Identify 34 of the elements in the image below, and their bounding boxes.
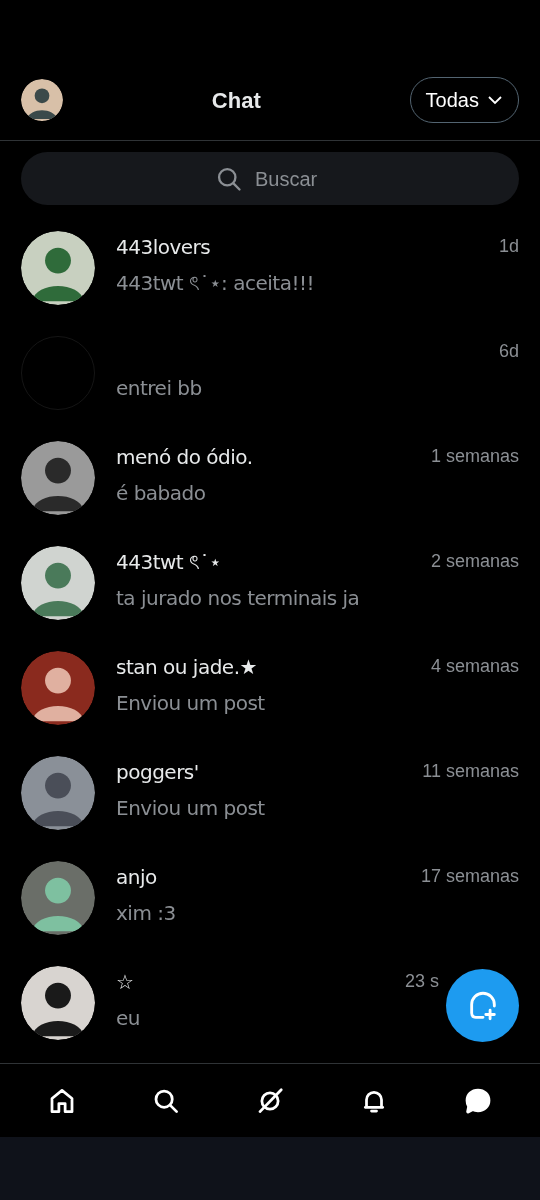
conversation-item[interactable]: poggers' 11 semanas Enviou um post [0,740,540,845]
page-title: Chat [211,86,261,115]
timestamp: 4 semanas [430,655,519,678]
timestamp: 1d [498,235,519,258]
contact-name: ☆ [116,968,134,996]
conversation-item[interactable]: 6d entrei bb [0,320,540,425]
timestamp: 11 semanas [422,760,519,783]
conversation-item[interactable]: menó do ódio. 1 semanas é babado [0,425,540,530]
conversation-item[interactable]: anjo 17 semanas xim :3 [0,845,540,950]
contact-name: poggers' [116,758,199,786]
conversation-item[interactable]: ☆ 23 s eu [0,950,540,1055]
timestamp: 6d [498,340,519,363]
contact-name: menó do ódio. [116,443,253,471]
message-preview: é babado [116,479,206,507]
timestamp: 2 semanas [430,550,519,573]
contact-name: anjo [116,863,157,891]
message-preview: xim :3 [116,899,176,927]
timestamp: 17 semanas [420,865,519,888]
message-preview: 443twt ৎ˙⋆: aceita!!! [116,269,314,297]
avatar [21,79,63,121]
conversation-item[interactable]: stan ou jade.★ 4 semanas Enviou um post [0,635,540,740]
message-preview: ta jurado nos terminais ja [116,584,360,612]
contact-name: 443lovers [116,233,211,261]
conversation-item[interactable]: 443twt ৎ˙⋆ 2 semanas ta jurado nos terminais ja [0,530,540,635]
contact-name: 443twt ৎ˙⋆ [116,548,222,576]
message-preview: Enviou um post [116,794,265,822]
timestamp: 1 semanas [430,445,519,468]
search-field[interactable]: Buscar [255,163,325,194]
timestamp: 23 s [404,970,439,993]
message-preview: entrei bb [116,374,202,402]
message-preview: eu [116,1004,140,1032]
contact-name: stan ou jade.★ [116,653,257,681]
conversation-item[interactable]: 443lovers 1d 443twt ৎ˙⋆: aceita!!! [0,215,540,320]
message-preview: Enviou um post [116,689,265,717]
